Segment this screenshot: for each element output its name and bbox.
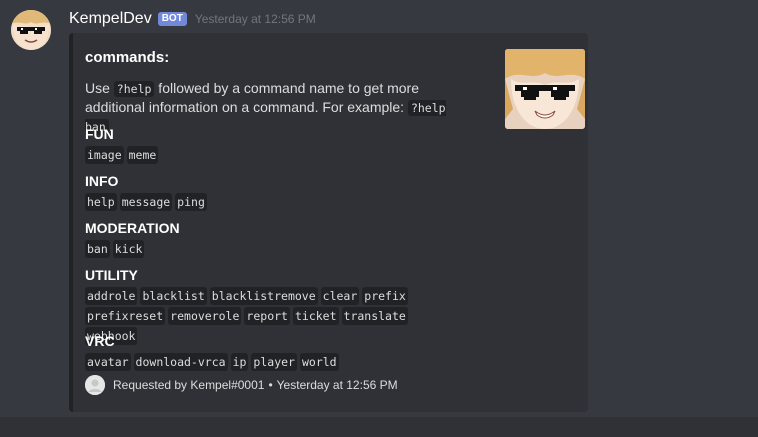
command-chip: ticket	[292, 307, 339, 325]
field-value-vrc: avatar download-vrca ip player world	[85, 353, 465, 373]
field-name-moderation: MODERATION	[85, 220, 180, 236]
command-chip: world	[299, 353, 339, 371]
command-chip: prefixreset	[85, 307, 166, 325]
command-chip: translate	[341, 307, 408, 325]
command-chip: removerole	[168, 307, 242, 325]
command-chip: ban	[85, 240, 110, 258]
message-header: KempelDev BOT Yesterday at 12:56 PM	[69, 9, 316, 29]
message-timestamp[interactable]: Yesterday at 12:56 PM	[195, 12, 316, 26]
inline-code: ?help	[113, 81, 155, 97]
command-chip: kick	[112, 240, 145, 258]
bot-avatar[interactable]	[11, 10, 51, 50]
command-chip: meme	[126, 146, 159, 164]
anime-thumbnail-icon	[505, 49, 585, 129]
description-text: Use	[85, 80, 114, 96]
field-value-moderation: ban kick	[85, 240, 465, 260]
field-value-utility: addrole blacklist blacklistremove clear …	[85, 287, 455, 347]
field-name-fun: FUN	[85, 126, 114, 142]
anime-avatar-icon	[11, 10, 51, 50]
bot-tag: BOT	[157, 12, 187, 26]
field-value-fun: image meme	[85, 146, 465, 166]
command-chip: avatar	[85, 353, 131, 371]
command-chip: clear	[320, 287, 360, 305]
footer-avatar-icon	[85, 375, 105, 395]
command-chip: message	[119, 193, 173, 211]
command-chip: ping	[175, 193, 207, 211]
field-name-info: INFO	[85, 173, 119, 189]
bottom-strip	[0, 417, 758, 437]
command-chip: report	[244, 307, 290, 325]
footer-separator: •	[268, 378, 273, 392]
embed-description: Use ?help followed by a command name to …	[85, 79, 480, 136]
footer-text: Requested by Kempel#0001	[113, 378, 265, 392]
command-chip: blacklist	[140, 287, 207, 305]
embed-thumbnail[interactable]	[505, 49, 585, 129]
embed-title: commands:	[85, 49, 170, 66]
user-avatar-icon	[85, 375, 105, 395]
command-chip: image	[85, 146, 124, 164]
embed-footer: Requested by Kempel#0001 • Yesterday at …	[85, 375, 398, 395]
field-value-info: help message ping	[85, 193, 465, 213]
field-name-vrc: VRC	[85, 333, 115, 349]
field-name-utility: UTILITY	[85, 267, 138, 283]
embed: commands: Use ?help followed by a comman…	[69, 33, 588, 412]
command-chip: help	[85, 193, 117, 211]
command-chip: blacklistremove	[209, 287, 318, 305]
footer-timestamp: Yesterday at 12:56 PM	[276, 378, 398, 392]
command-chip: prefix	[362, 287, 408, 305]
command-chip: ip	[230, 353, 249, 371]
username[interactable]: KempelDev	[69, 10, 152, 28]
command-chip: addrole	[85, 287, 138, 305]
command-chip: player	[251, 353, 297, 371]
command-chip: download-vrca	[133, 353, 228, 371]
